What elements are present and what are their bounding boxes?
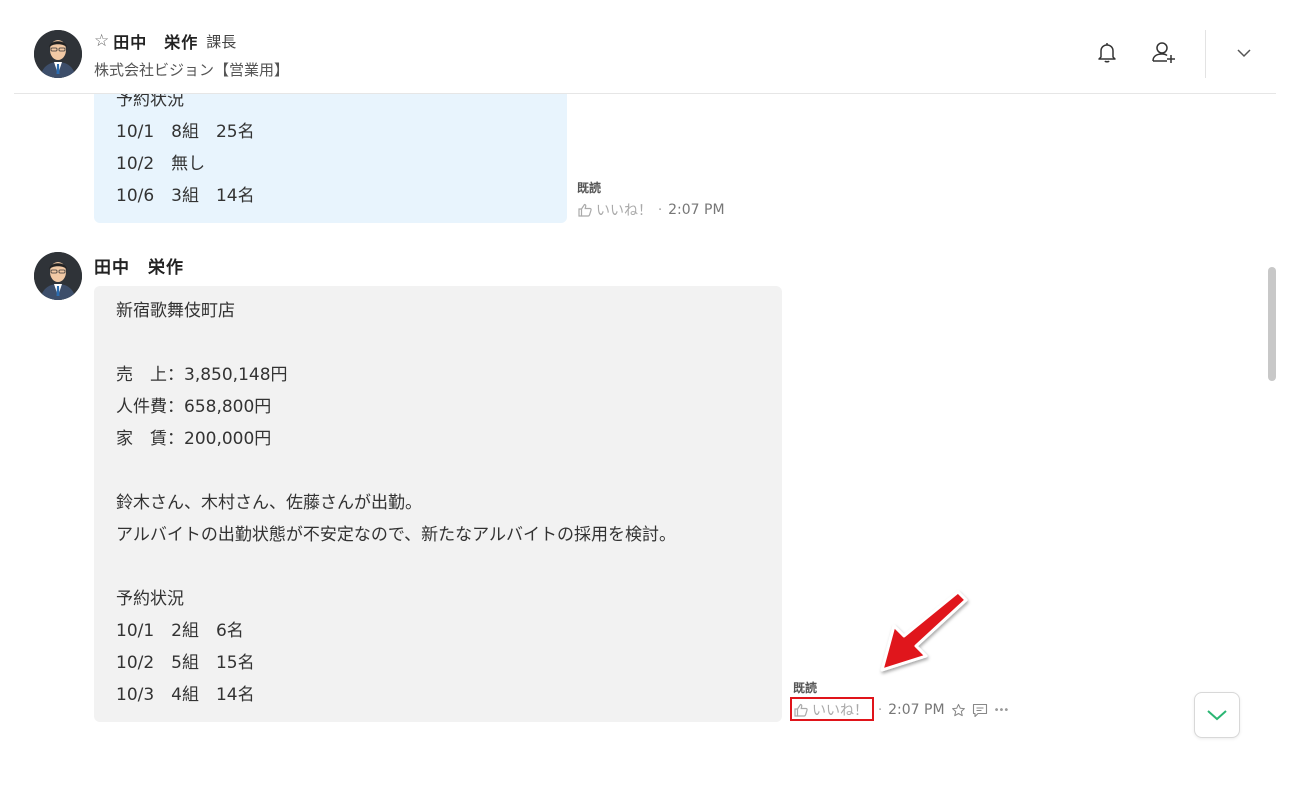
message-line: 10/2 5組 15名 [116,653,255,673]
chevron-down-icon[interactable] [1233,44,1257,68]
chat-header: ☆ 田中 栄作 課長 株式会社ビジョン【営業用】 [14,0,1276,94]
message-line: 予約状況 [116,589,184,609]
scrollbar-thumb[interactable] [1268,267,1276,381]
header-user-name: 田中 栄作 [113,33,199,52]
message-line: 売 上：3,850,148円 [116,365,288,385]
message-line: アルバイトの出勤状態が不安定なので、新たなアルバイトの採用を検討。 [116,525,676,545]
sender-name: 田中 栄作 [94,258,184,278]
meta-separator: · [878,702,883,718]
reply-comment-icon[interactable] [972,703,988,718]
like-label: いいね！ [596,203,652,219]
message-bubble-1: 予約状況 10/1 8組 25名 10/2 無し 10/6 3組 14名 [94,84,567,223]
message-1-meta: 既読 いいね！ · 2:07 PM [577,179,725,220]
message-line: 10/1 2組 6名 [116,621,244,641]
message-time: 2:07 PM [668,202,725,218]
message-line: 家 賃：200,000円 [116,429,272,449]
message-line [116,455,760,487]
header-user-title: 課長 [206,32,237,51]
person-avatar-icon [34,30,82,78]
message-line: 10/6 3組 14名 [116,186,255,206]
message-line: 10/3 4組 14名 [116,685,255,705]
message-time: 2:07 PM [888,702,945,718]
thumbs-up-icon [578,203,592,217]
annotation-highlight-box [790,697,874,721]
header-company: 株式会社ビジョン【営業用】 [94,61,290,79]
bell-icon[interactable] [1095,40,1119,64]
message-line: 10/2 無し [116,154,206,174]
message-line: 鈴木さん、木村さん、佐藤さんが出勤。 [116,493,422,513]
chevron-down-icon [1207,710,1227,721]
header-name-row: ☆ 田中 栄作 課長 [94,30,236,52]
like-button[interactable]: いいね！ [577,200,652,220]
favorite-star-icon[interactable]: ☆ [94,32,109,50]
message-2-meta: 既読 いいね！ · 2:07 PM ••• [790,679,1010,721]
message-line [116,327,760,359]
meta-separator: · [658,202,663,218]
scroll-to-bottom-button[interactable] [1194,692,1240,738]
header-divider [1205,30,1206,78]
person-avatar-icon [34,252,82,300]
more-options-icon[interactable]: ••• [994,705,1010,716]
message-bubble-2: 新宿歌舞伎町店 売 上：3,850,148円 人件費：658,800円 家 賃：… [94,286,782,722]
star-icon[interactable] [951,703,966,718]
sender-avatar[interactable] [34,252,82,300]
annotation-arrow-icon [880,590,968,672]
add-user-icon[interactable] [1151,40,1175,64]
like-button[interactable]: いいね！ [790,697,874,721]
read-receipt: 既読 [577,181,602,195]
message-line: 人件費：658,800円 [116,397,272,417]
message-line [116,551,760,583]
message-line: 新宿歌舞伎町店 [116,301,235,321]
message-line: 10/1 8組 25名 [116,122,255,142]
header-avatar[interactable] [34,30,82,78]
